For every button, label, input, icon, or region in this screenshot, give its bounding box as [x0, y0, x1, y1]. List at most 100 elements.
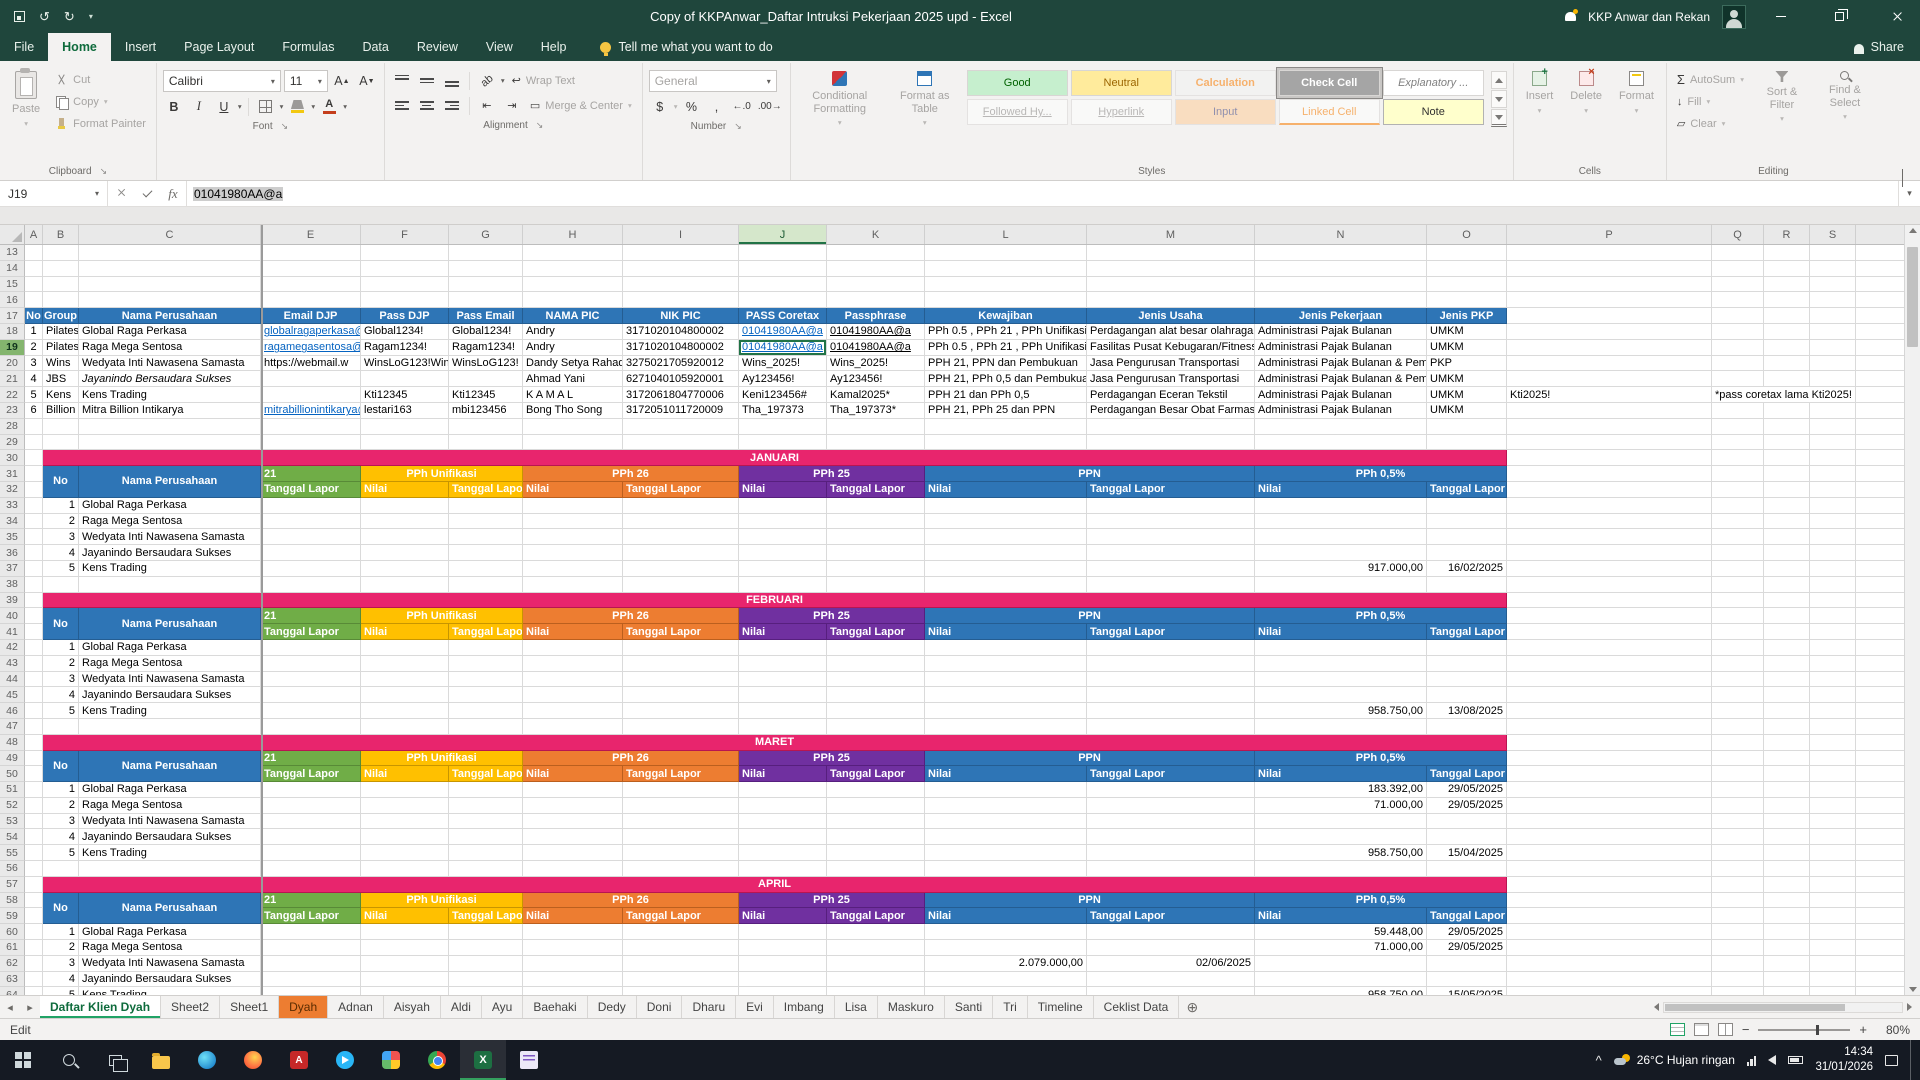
cell-K63[interactable]: [827, 972, 925, 988]
cell-beyond-21[interactable]: [1856, 371, 1904, 387]
zoom-level[interactable]: 80%: [1876, 1023, 1910, 1037]
cell-E35[interactable]: [261, 529, 361, 545]
normal-view-icon[interactable]: [1670, 1023, 1685, 1036]
action-center-icon[interactable]: [1885, 1055, 1898, 1066]
cell-M14[interactable]: [1087, 261, 1255, 277]
row-header-60[interactable]: 60: [0, 924, 25, 940]
col-header-H[interactable]: H: [523, 225, 623, 244]
cell-J53[interactable]: [739, 814, 827, 830]
cell-R18[interactable]: [1764, 324, 1810, 340]
cell-P62[interactable]: [1507, 956, 1712, 972]
cell-Q58[interactable]: [1712, 893, 1764, 909]
cell-Q55[interactable]: [1712, 845, 1764, 861]
sheet-tab-sheet2[interactable]: Sheet2: [161, 996, 220, 1018]
row-header-58[interactable]: 58: [0, 893, 25, 909]
cell-H59[interactable]: Nilai: [523, 908, 623, 924]
cell-A15[interactable]: [25, 277, 43, 293]
cell-L41[interactable]: Nilai: [925, 624, 1087, 640]
cell-I19[interactable]: 3171020104800002: [623, 340, 739, 356]
cell-F15[interactable]: [361, 277, 449, 293]
cell-H16[interactable]: [523, 292, 623, 308]
cell-R42[interactable]: [1764, 640, 1810, 656]
cell-B36[interactable]: 4: [43, 545, 79, 561]
cell-N14[interactable]: [1255, 261, 1427, 277]
cell-P44[interactable]: [1507, 672, 1712, 688]
cell-S15[interactable]: [1810, 277, 1856, 293]
styles-scroll-down-icon[interactable]: [1491, 90, 1507, 108]
cell-M45[interactable]: [1087, 687, 1255, 703]
cell-style-check-cell[interactable]: Check Cell: [1279, 70, 1380, 96]
cell-S58[interactable]: [1810, 893, 1856, 909]
cell-Q20[interactable]: [1712, 356, 1764, 372]
cell-O46[interactable]: 13/08/2025: [1427, 703, 1507, 719]
sheet-tab-evi[interactable]: Evi: [736, 996, 774, 1018]
cell-O32[interactable]: Tanggal Lapor: [1427, 482, 1507, 498]
cell-P57[interactable]: [1507, 877, 1712, 893]
row-header-40[interactable]: 40: [0, 608, 25, 624]
orientation-button[interactable]: ab: [476, 70, 498, 91]
cell-O52[interactable]: 29/05/2025: [1427, 798, 1507, 814]
cell-I29[interactable]: [623, 435, 739, 451]
cell-L14[interactable]: [925, 261, 1087, 277]
row-header-64[interactable]: 64: [0, 987, 25, 995]
cell-F18[interactable]: Global1234!: [361, 324, 449, 340]
cell-K51[interactable]: [827, 782, 925, 798]
cell-P48[interactable]: [1507, 735, 1712, 751]
cell-A36[interactable]: [25, 545, 43, 561]
ribbon-tab-help[interactable]: Help: [527, 33, 581, 61]
page-layout-view-icon[interactable]: [1694, 1023, 1709, 1036]
cell-M20[interactable]: Jasa Pengurusan Transportasi: [1087, 356, 1255, 372]
cell-P34[interactable]: [1507, 514, 1712, 530]
cell-N33[interactable]: [1255, 498, 1427, 514]
cell-F53[interactable]: [361, 814, 449, 830]
cell-E29[interactable]: [261, 435, 361, 451]
cell-C51[interactable]: Global Raga Perkasa: [79, 782, 261, 798]
cell-beyond-20[interactable]: [1856, 356, 1904, 372]
cell-A51[interactable]: [25, 782, 43, 798]
copy-button[interactable]: Copy▾: [51, 91, 150, 112]
row-header-43[interactable]: 43: [0, 656, 25, 672]
cell-G17[interactable]: Pass Email: [449, 308, 523, 324]
cell-G41[interactable]: Tanggal Lapor: [449, 624, 523, 640]
cell-I23[interactable]: 3172051011720009: [623, 403, 739, 419]
cell-G37[interactable]: [449, 561, 523, 577]
cell-I62[interactable]: [623, 956, 739, 972]
cell-F63[interactable]: [361, 972, 449, 988]
cell-M15[interactable]: [1087, 277, 1255, 293]
row-header-51[interactable]: 51: [0, 782, 25, 798]
cell-R45[interactable]: [1764, 687, 1810, 703]
cell-B63[interactable]: 4: [43, 972, 79, 988]
cell-O44[interactable]: [1427, 672, 1507, 688]
cell-N37[interactable]: 917.000,00: [1255, 561, 1427, 577]
cell-M34[interactable]: [1087, 514, 1255, 530]
cell-E63[interactable]: [261, 972, 361, 988]
cell-Q23[interactable]: [1712, 403, 1764, 419]
notes-taskbar-icon[interactable]: [506, 1040, 552, 1080]
cell-L64[interactable]: [925, 987, 1087, 995]
cell-J17[interactable]: PASS Coretax: [739, 308, 827, 324]
cell-H50[interactable]: Nilai: [523, 766, 623, 782]
cell-Q44[interactable]: [1712, 672, 1764, 688]
cell-beyond-17[interactable]: [1856, 308, 1904, 324]
cell-R57[interactable]: [1764, 877, 1810, 893]
cell-G15[interactable]: [449, 277, 523, 293]
cell-C15[interactable]: [79, 277, 261, 293]
notifications-bell-icon[interactable]: [1565, 12, 1576, 21]
cell-A41[interactable]: [25, 624, 43, 640]
cell-P47[interactable]: [1507, 719, 1712, 735]
col-header-L[interactable]: L: [925, 225, 1087, 244]
cell-R20[interactable]: [1764, 356, 1810, 372]
cell-H46[interactable]: [523, 703, 623, 719]
sheet-tab-santi[interactable]: Santi: [945, 996, 993, 1018]
cell-R17[interactable]: [1764, 308, 1810, 324]
cell-O21[interactable]: UMKM: [1427, 371, 1507, 387]
row-header-13[interactable]: 13: [0, 245, 25, 261]
cell-E55[interactable]: [261, 845, 361, 861]
cell-beyond-54[interactable]: [1856, 829, 1904, 845]
cell-A30[interactable]: [25, 450, 43, 466]
cell-N45[interactable]: [1255, 687, 1427, 703]
cell-C44[interactable]: Wedyata Inti Nawasena Samasta: [79, 672, 261, 688]
cell-C40[interactable]: Nama Perusahaan: [79, 608, 261, 640]
cell-P39[interactable]: [1507, 593, 1712, 609]
accounting-format-button[interactable]: $: [649, 96, 671, 117]
